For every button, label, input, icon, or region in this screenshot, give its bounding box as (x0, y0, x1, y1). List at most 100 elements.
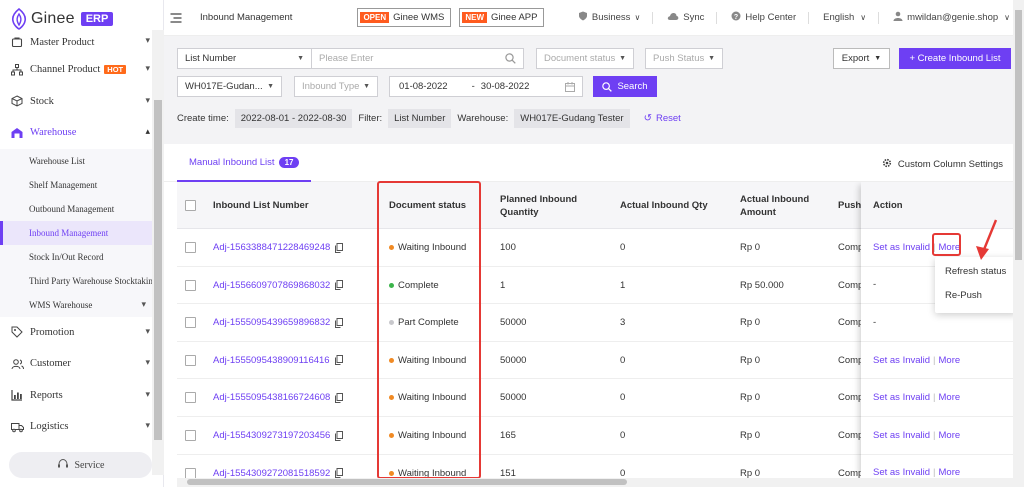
more-link[interactable]: More (939, 355, 961, 366)
set-as-invalid-link[interactable]: Set as Invalid (873, 355, 930, 366)
more-link[interactable]: More (939, 392, 961, 403)
inbound-number-link[interactable]: Adj-1554309273197203456 (213, 430, 330, 441)
menu-item-re-push[interactable]: Re-Push (935, 283, 1017, 307)
chevron-down-icon: ▾ (145, 63, 150, 73)
inbound-number-link[interactable]: Adj-1554309272081518592 (213, 468, 330, 478)
inbound-number-link[interactable]: Adj-1555095438166724608 (213, 392, 330, 403)
row-checkbox[interactable] (185, 430, 196, 441)
inbound-number-link[interactable]: Adj-1555095438909116416 (213, 355, 330, 366)
inbound-type-select[interactable]: Inbound Type ▼ (294, 76, 378, 97)
sidebar-scroll-thumb[interactable] (154, 100, 162, 440)
service-label: Service (74, 459, 105, 471)
set-as-invalid-link[interactable]: Set as Invalid (873, 430, 930, 441)
user-menu[interactable]: mwildan@genie.shop ∨ (893, 11, 1010, 24)
submenu-warehouse-list[interactable]: Warehouse List (0, 149, 152, 173)
submenu-stock-in-out-record[interactable]: Stock In/Out Record (0, 245, 152, 269)
warehouse-submenu: Warehouse List Shelf Management Outbound… (0, 148, 152, 317)
search-icon[interactable] (505, 53, 516, 64)
row-checkbox[interactable] (185, 354, 196, 366)
tab-manual-inbound-list[interactable]: Manual Inbound List 17 (177, 144, 312, 182)
warehouse-select[interactable]: WH017E-Gudan... ▼ (177, 76, 282, 97)
search-type-select[interactable]: List Number ▼ (177, 48, 312, 69)
reset-icon: ↺ (643, 112, 652, 124)
sidebar-item-master-product[interactable]: Master Product ▾ (0, 30, 152, 54)
row-select-cell (185, 455, 196, 478)
service-button[interactable]: Service (9, 452, 152, 478)
inbound-number-cell: Adj-1554309272081518592 (213, 455, 344, 478)
row-select-cell (185, 342, 196, 379)
vertical-scroll-thumb[interactable] (1015, 10, 1022, 260)
inbound-number-link[interactable]: Adj-1563388471228469248 (213, 242, 330, 253)
inbound-number-link[interactable]: Adj-1556609707869868032 (213, 280, 330, 291)
reports-icon (10, 388, 24, 402)
sidebar-item-label: Logistics (30, 421, 69, 433)
sidebar-item-logistics[interactable]: Logistics ▾ (0, 411, 152, 443)
date-range-picker[interactable]: 01-08-2022 - 30-08-2022 (389, 76, 583, 97)
sidebar-item-channel-product[interactable]: Channel Product HOT ▾ (0, 54, 152, 86)
push-status-cell: Comp (838, 467, 864, 478)
copy-icon[interactable] (334, 355, 343, 366)
sidebar-item-promotion[interactable]: Promotion ▾ (0, 317, 152, 349)
warehouse-chip[interactable]: WH017E-Gudang Tester (514, 108, 630, 128)
sidebar-item-reports[interactable]: Reports ▾ (0, 380, 152, 412)
ginee-wms-button[interactable]: OPEN Ginee WMS (357, 8, 452, 27)
menu-toggle-icon[interactable] (170, 12, 182, 23)
channel-icon (10, 63, 24, 77)
submenu-wms-warehouse[interactable]: WMS Warehouse ▾ (0, 293, 152, 317)
row-checkbox[interactable] (185, 467, 196, 478)
create-inbound-list-button[interactable]: + Create Inbound List (899, 48, 1011, 69)
user-email: mwildan@genie.shop (907, 12, 999, 23)
submenu-third-party-stocktaking[interactable]: Third Party Warehouse Stocktaking (0, 269, 152, 293)
submenu-inbound-management[interactable]: Inbound Management (0, 220, 152, 245)
custom-column-settings-button[interactable]: Custom Column Settings (882, 158, 1003, 171)
row-checkbox[interactable] (185, 317, 196, 329)
sidebar-scrollbar[interactable] (152, 30, 164, 475)
row-checkbox[interactable] (185, 279, 196, 291)
set-as-invalid-link[interactable]: Set as Invalid (873, 467, 930, 478)
document-status-select[interactable]: Document status ▼ (536, 48, 634, 69)
sidebar-item-label: Customer (30, 358, 71, 370)
more-link[interactable]: More (939, 430, 961, 441)
export-button[interactable]: Export ▼ (833, 48, 890, 69)
help-center-link[interactable]: ? Help Center (731, 11, 796, 24)
copy-icon[interactable] (335, 317, 344, 328)
sidebar-item-customer[interactable]: Customer ▾ (0, 348, 152, 380)
submenu-shelf-management[interactable]: Shelf Management (0, 173, 152, 197)
sidebar-item-label: Promotion (30, 326, 75, 338)
submenu-outbound-management[interactable]: Outbound Management (0, 197, 152, 221)
copy-icon[interactable] (335, 468, 344, 478)
row-checkbox[interactable] (185, 392, 196, 404)
sidebar-item-warehouse[interactable]: Warehouse ▴ (0, 117, 152, 149)
push-status-select[interactable]: Push Status ▼ (645, 48, 723, 69)
reset-button[interactable]: ↺ Reset (644, 113, 681, 124)
copy-icon[interactable] (335, 392, 344, 403)
set-as-invalid-link[interactable]: Set as Invalid (873, 392, 930, 403)
filter-chip[interactable]: List Number (388, 108, 452, 128)
menu-item-refresh-status[interactable]: Refresh status (935, 259, 1017, 283)
more-link[interactable]: More (939, 467, 961, 478)
list-tabs: Manual Inbound List 17 Custom Column Set… (164, 144, 1013, 182)
horizontal-scroll-thumb[interactable] (187, 479, 627, 485)
create-time-chip[interactable]: 2022-08-01 - 2022-08-30 (234, 108, 353, 128)
inbound-number-link[interactable]: Adj-1555095439659896832 (213, 317, 330, 328)
ginee-app-button[interactable]: NEW Ginee APP (459, 8, 545, 27)
set-as-invalid-link[interactable]: Set as Invalid (873, 242, 930, 253)
sync-button[interactable]: Sync (667, 12, 704, 24)
search-input[interactable]: Please Enter (311, 48, 524, 69)
logo[interactable]: Ginee ERP (10, 6, 114, 32)
caret-down-icon: ▼ (267, 83, 274, 90)
language-select[interactable]: English ∨ (823, 12, 866, 23)
business-menu[interactable]: Business ∨ (578, 11, 640, 24)
table-horizontal-scrollbar[interactable] (177, 478, 1013, 487)
open-tag: OPEN (360, 12, 390, 23)
sidebar-item-stock[interactable]: Stock ▾ (0, 86, 152, 118)
copy-icon[interactable] (335, 430, 344, 441)
export-label: Export (841, 53, 870, 64)
row-checkbox[interactable] (185, 242, 196, 253)
copy-icon[interactable] (335, 280, 344, 291)
search-button[interactable]: Search (593, 76, 657, 97)
col-actual-inbound-qty: Actual Inbound Qty (620, 200, 708, 211)
copy-icon[interactable] (335, 242, 344, 253)
page-vertical-scrollbar[interactable] (1013, 0, 1024, 487)
select-all-checkbox[interactable] (185, 200, 196, 211)
